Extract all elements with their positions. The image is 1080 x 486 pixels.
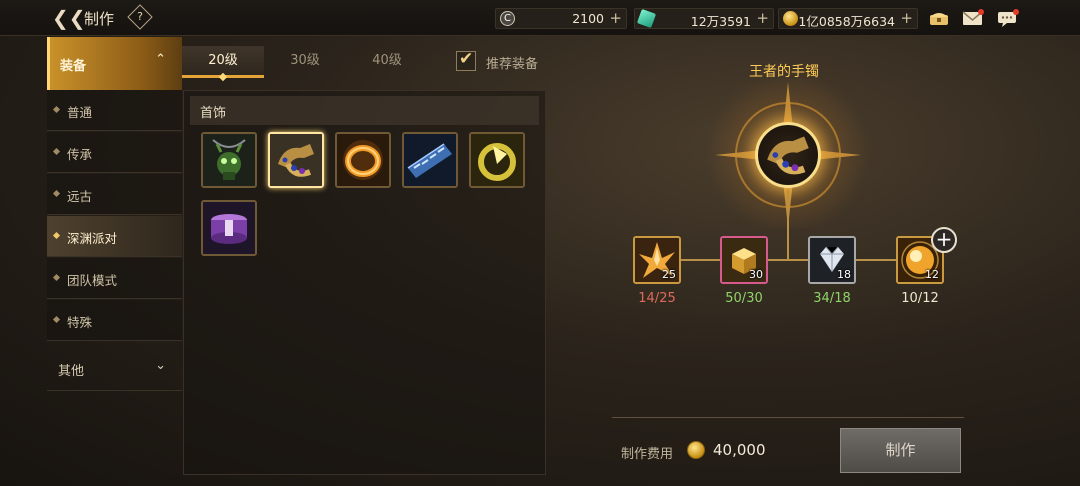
gold-arrow-ring-icon bbox=[471, 134, 523, 186]
sidebar-item-heritage[interactable]: 传承 bbox=[47, 132, 182, 173]
material-1-quantity: 14/25 bbox=[638, 291, 676, 306]
category-equipment[interactable]: 装备 ⌃ bbox=[47, 37, 182, 90]
add-material-button[interactable]: + bbox=[931, 227, 957, 253]
materials-connector-stem bbox=[787, 190, 789, 260]
item-slot-gold-bracelet[interactable] bbox=[268, 132, 324, 188]
material-2-quantity: 50/30 bbox=[725, 291, 763, 306]
material-4-quantity: 10/12 bbox=[901, 291, 939, 306]
diamond-bullet-icon bbox=[52, 147, 61, 156]
material-slot-1[interactable]: 25 bbox=[633, 236, 681, 284]
mail-icon[interactable] bbox=[962, 9, 984, 27]
item-slot-blue-band[interactable] bbox=[402, 132, 458, 188]
sidebar-item-special[interactable]: 特殊 bbox=[47, 300, 182, 341]
currency-gold: 1亿0858万6634 + bbox=[778, 8, 918, 29]
craft-button[interactable]: 制作 bbox=[840, 428, 961, 473]
sidebar-item-team-mode[interactable]: 团队模式 bbox=[47, 258, 182, 299]
craft-cost-label: 制作费用 bbox=[621, 447, 674, 462]
gold-bracelet-icon bbox=[270, 134, 322, 186]
chat-icon[interactable] bbox=[997, 9, 1019, 27]
sidebar-item-ancient[interactable]: 远古 bbox=[47, 174, 182, 215]
category-other[interactable]: 其他 ⌄ bbox=[47, 347, 182, 391]
chevron-down-icon: ⌄ bbox=[155, 358, 166, 373]
crystal-icon bbox=[636, 8, 657, 29]
category-sidebar: 装备 ⌃ 普通 传承 远古 深渊派对 团队模式 特殊 其他 ⌄ bbox=[47, 37, 182, 397]
gold-coin-icon bbox=[783, 11, 798, 26]
craft-cost-value: 40,000 bbox=[713, 441, 766, 459]
section-header: 首饰 bbox=[190, 96, 539, 125]
back-arrow-icon[interactable]: ❮❮ bbox=[52, 7, 86, 29]
orange-ring-icon bbox=[337, 134, 389, 186]
add-c-points-button[interactable]: + bbox=[609, 9, 622, 27]
tab-level-40[interactable]: 40级 bbox=[346, 46, 428, 78]
material-3-quantity: 34/18 bbox=[813, 291, 851, 306]
treasure-chest-icon[interactable] bbox=[928, 9, 950, 27]
green-goblin-necklace-icon bbox=[203, 134, 255, 186]
diamond-bullet-icon bbox=[52, 273, 61, 282]
help-icon[interactable]: ? bbox=[127, 4, 153, 30]
item-slot-green-necklace[interactable] bbox=[201, 132, 257, 188]
footer-divider bbox=[612, 417, 964, 418]
sidebar-item-normal[interactable]: 普通 bbox=[47, 90, 182, 131]
diamond-bullet-icon bbox=[52, 105, 61, 114]
page-title: 制作 bbox=[84, 10, 115, 28]
checkbox-check-icon bbox=[456, 49, 476, 71]
diamond-bullet-icon bbox=[52, 231, 61, 240]
item-slot-purple-bracelet[interactable] bbox=[201, 200, 257, 256]
currency-c-points: C 2100 + bbox=[495, 8, 627, 29]
sidebar-item-abyss-party[interactable]: 深渊派对 bbox=[47, 216, 182, 257]
material-slot-2[interactable]: 30 bbox=[720, 236, 768, 284]
diamond-bullet-icon bbox=[52, 315, 61, 324]
chevron-up-icon: ⌃ bbox=[155, 52, 166, 67]
item-slot-gold-arrow-ring[interactable] bbox=[469, 132, 525, 188]
c-coin-icon: C bbox=[500, 11, 515, 26]
tab-level-20[interactable]: 20级 bbox=[182, 46, 264, 78]
gold-bracelet-icon bbox=[767, 136, 809, 175]
currency-crystal: 12万3591 + bbox=[634, 8, 774, 29]
gold-coin-icon bbox=[687, 441, 705, 459]
add-crystal-button[interactable]: + bbox=[756, 9, 769, 27]
blue-band-icon bbox=[404, 134, 456, 186]
top-bar: ❮❮ 制作 ? C 2100 + 12万3591 + 1亿0858万6634 + bbox=[0, 0, 1080, 36]
selected-item-large bbox=[755, 122, 821, 188]
add-gold-button[interactable]: + bbox=[900, 9, 913, 27]
purple-bracelet-icon bbox=[203, 202, 255, 254]
tab-level-30[interactable]: 30级 bbox=[264, 46, 346, 78]
material-slot-3[interactable]: 18 bbox=[808, 236, 856, 284]
item-list-panel: 首饰 bbox=[183, 90, 546, 475]
diamond-bullet-icon bbox=[52, 189, 61, 198]
item-slot-orange-ring[interactable] bbox=[335, 132, 391, 188]
